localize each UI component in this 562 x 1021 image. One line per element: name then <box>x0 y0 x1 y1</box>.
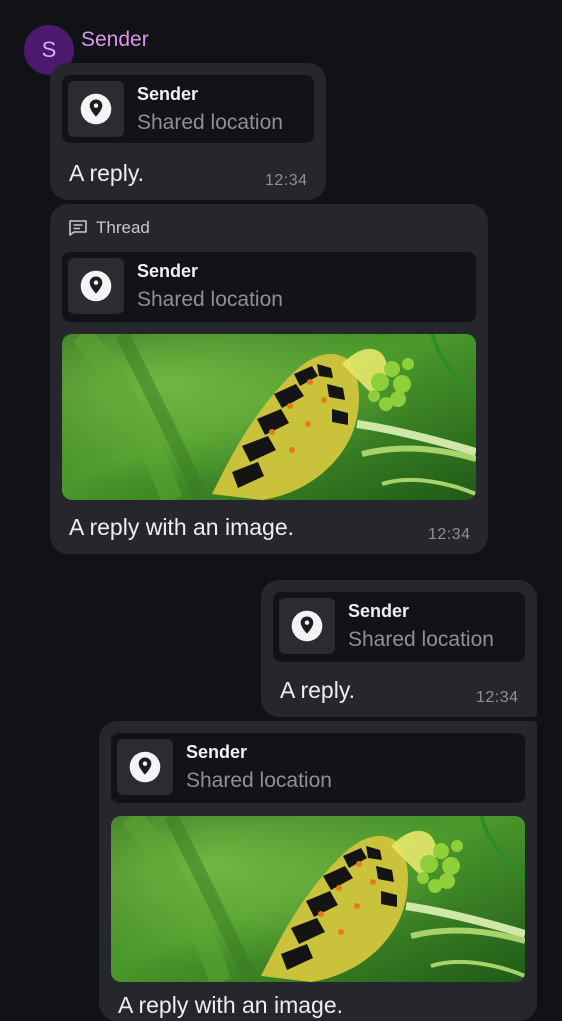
caterpillar-photo[interactable] <box>111 816 525 982</box>
reply-quote[interactable]: Sender Shared location <box>62 75 314 143</box>
location-preview <box>68 258 124 314</box>
sender-name[interactable]: Sender <box>81 28 149 52</box>
quote-sender-name: Sender <box>186 742 248 762</box>
reply-quote[interactable]: Sender Shared location <box>273 592 525 662</box>
quote-sender-name: Sender <box>137 84 199 104</box>
message-bubble[interactable]: Sender Shared location A reply with an i… <box>99 721 537 1021</box>
location-pin-icon <box>78 268 114 304</box>
reply-quote[interactable]: Sender Shared location <box>62 252 476 322</box>
location-preview <box>279 598 335 654</box>
location-pin-icon <box>127 749 163 785</box>
thread-indicator[interactable]: Thread <box>68 218 150 238</box>
message-time: 12:34 <box>265 172 308 189</box>
message-time: 12:34 <box>428 526 471 543</box>
caterpillar-image <box>62 334 476 500</box>
location-pin-icon <box>289 608 325 644</box>
location-preview <box>68 81 124 137</box>
message-bubble[interactable]: Sender Shared location A reply. 12:34 <box>261 580 537 717</box>
message-text: A reply with an image. <box>118 992 344 1018</box>
reply-quote[interactable]: Sender Shared location <box>111 733 525 803</box>
location-preview <box>117 739 173 795</box>
message-text: A reply with an image. <box>69 514 295 540</box>
quote-text: Shared location <box>348 628 494 651</box>
caterpillar-image <box>111 816 525 982</box>
message-time: 12:34 <box>476 689 519 706</box>
message-bubble[interactable]: Sender Shared location A reply. 12:34 <box>50 63 326 200</box>
avatar-initial: S <box>41 37 57 62</box>
quote-text: Shared location <box>186 769 332 792</box>
message-text: A reply. <box>69 160 144 186</box>
message-text: A reply. <box>280 677 355 703</box>
quote-text: Shared location <box>137 288 283 311</box>
quote-sender-name: Sender <box>348 601 410 621</box>
quote-text: Shared location <box>137 111 283 134</box>
caterpillar-photo[interactable] <box>62 334 476 500</box>
location-pin-icon <box>78 91 114 127</box>
message-bubble[interactable]: Thread Sender Shared location A reply wi… <box>50 204 488 554</box>
quote-sender-name: Sender <box>137 261 199 281</box>
thread-icon <box>69 220 87 236</box>
thread-label: Thread <box>96 218 150 237</box>
